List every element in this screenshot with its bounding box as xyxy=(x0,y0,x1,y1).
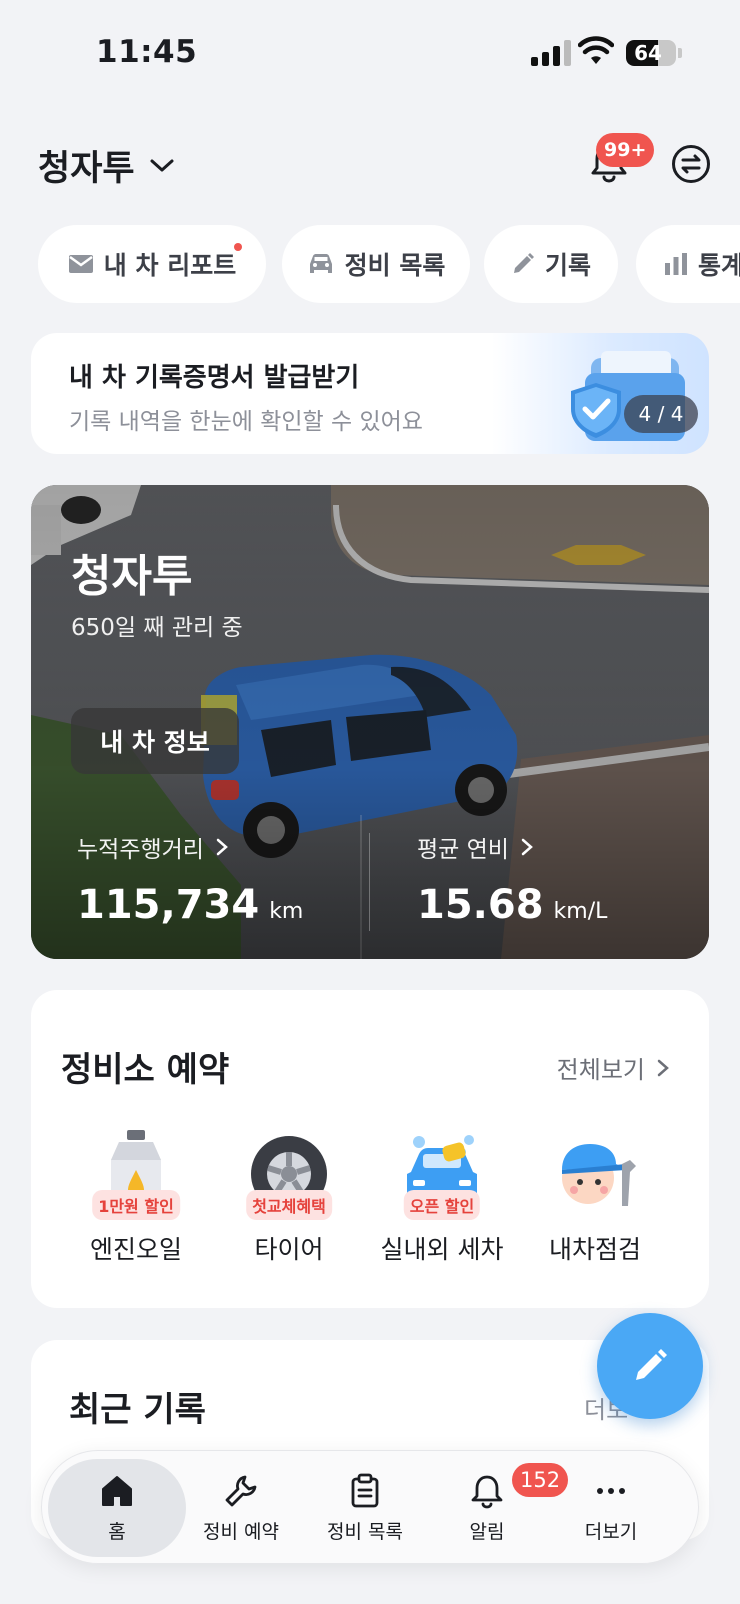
tab-label: 홈 xyxy=(108,1520,126,1543)
managed-days: 650일 째 관리 중 xyxy=(71,615,243,641)
signal-icon xyxy=(531,40,571,66)
service-tire[interactable]: 첫교체혜택 타이어 xyxy=(219,1130,359,1266)
service-label: 타이어 xyxy=(254,1235,324,1264)
certificate-banner[interactable]: 내 차 기록증명서 발급받기 기록 내역을 한눈에 확인할 수 있어요 4 / … xyxy=(31,333,709,454)
service-label: 내차점검 xyxy=(548,1235,641,1264)
chip-label: 통계 xyxy=(698,251,740,280)
chevron-down-icon xyxy=(150,159,174,171)
fuel-efficiency-label: 평균 연비 xyxy=(417,837,509,863)
section-title: 정비소 예약 xyxy=(61,1050,230,1090)
car-name: 청자투 xyxy=(71,551,193,602)
mileage-unit: km xyxy=(269,899,304,924)
bar-chart-icon xyxy=(665,253,687,275)
wrench-icon xyxy=(225,1475,257,1506)
clipboard-icon xyxy=(351,1473,379,1507)
tab-home[interactable]: 홈 xyxy=(48,1459,186,1557)
fuel-efficiency-stat[interactable]: 평균 연비 15.68 km/L xyxy=(417,830,607,928)
tab-shop-booking[interactable]: 정비 예약 xyxy=(178,1459,304,1557)
battery-icon: 64 xyxy=(626,40,676,66)
banner-subtitle: 기록 내역을 한눈에 확인할 수 있어요 xyxy=(69,409,423,435)
car-selector-label: 청자투 xyxy=(38,149,135,189)
shop-booking-section: 정비소 예약 전체보기 1만원 할인 엔진오일 첫교체혜택 타이어 오픈 할인 … xyxy=(31,990,709,1308)
tab-label: 정비 목록 xyxy=(327,1520,403,1543)
see-all-button[interactable]: 전체보기 xyxy=(557,1050,669,1085)
chevron-right-icon xyxy=(521,838,533,856)
car-selector[interactable]: 청자투 xyxy=(38,140,175,191)
service-label: 실내외 세차 xyxy=(380,1235,504,1264)
mail-icon xyxy=(68,255,93,273)
car-icon xyxy=(309,254,332,273)
wifi-icon xyxy=(578,36,614,64)
quick-action-chips: 내 차 리포트 정비 목록 기록 통계 xyxy=(38,225,740,305)
banner-page-indicator: 4 / 4 xyxy=(624,395,698,433)
car-info-button[interactable]: 내 차 정보 xyxy=(71,708,239,774)
status-time: 11:45 xyxy=(96,34,198,70)
service-badge: 1만원 할인 xyxy=(92,1190,180,1220)
chip-record[interactable]: 기록 xyxy=(484,225,618,303)
chip-label: 정비 목록 xyxy=(344,251,446,280)
chip-label: 내 차 리포트 xyxy=(103,251,237,280)
chip-car-report[interactable]: 내 차 리포트 xyxy=(38,225,266,303)
tab-label: 더보기 xyxy=(584,1520,638,1543)
chevron-right-icon xyxy=(657,1059,669,1076)
mileage-label: 누적주행거리 xyxy=(77,837,204,863)
swap-car-button[interactable] xyxy=(672,145,710,183)
home-icon xyxy=(102,1475,132,1506)
status-bar: 11:45 64 xyxy=(0,0,740,100)
see-all-label: 전체보기 xyxy=(556,1056,645,1084)
more-icon xyxy=(597,1487,625,1494)
tab-label: 알림 xyxy=(469,1520,505,1543)
mileage-stat[interactable]: 누적주행거리 115,734 km xyxy=(77,830,303,928)
mechanic-icon xyxy=(562,1144,636,1206)
section-title: 최근 기록 xyxy=(69,1390,206,1430)
tab-maintenance-list[interactable]: 정비 목록 xyxy=(302,1459,428,1557)
tab-more[interactable]: 더보기 xyxy=(548,1459,674,1557)
service-engine-oil[interactable]: 1만원 할인 엔진오일 xyxy=(66,1130,206,1266)
new-dot xyxy=(234,243,242,251)
write-record-fab[interactable] xyxy=(597,1313,703,1419)
bell-icon xyxy=(471,1475,503,1508)
my-car-card[interactable]: 청자투 650일 째 관리 중 내 차 정보 누적주행거리 115,734 km… xyxy=(31,485,709,959)
banner-title: 내 차 기록증명서 발급받기 xyxy=(69,363,360,393)
chip-maintenance-list[interactable]: 정비 목록 xyxy=(282,225,470,303)
pencil-icon xyxy=(513,253,534,273)
service-badge: 오픈 할인 xyxy=(403,1190,481,1220)
bottom-tab-bar: 홈 정비 예약 정비 목록 알림 152 더보기 xyxy=(41,1450,699,1564)
service-label: 엔진오일 xyxy=(89,1235,182,1264)
chevron-right-icon xyxy=(216,838,228,856)
service-badge: 첫교체혜택 xyxy=(246,1190,332,1220)
chip-statistics[interactable]: 통계 xyxy=(636,225,740,303)
tab-label: 정비 예약 xyxy=(203,1520,279,1543)
stat-divider xyxy=(369,833,370,931)
service-car-checkup[interactable]: 내차점검 xyxy=(525,1130,665,1266)
swap-icon xyxy=(681,154,701,174)
battery-tip xyxy=(678,48,682,58)
notification-badge: 99+ xyxy=(596,133,655,167)
chip-label: 기록 xyxy=(544,251,591,280)
battery-level: 64 xyxy=(634,41,662,65)
pencil-icon xyxy=(636,1349,667,1380)
fuel-efficiency-unit: km/L xyxy=(553,899,608,924)
fuel-efficiency-value: 15.68 xyxy=(417,882,544,928)
mileage-value: 115,734 xyxy=(77,882,260,928)
service-car-wash[interactable]: 오픈 할인 실내외 세차 xyxy=(372,1130,512,1266)
